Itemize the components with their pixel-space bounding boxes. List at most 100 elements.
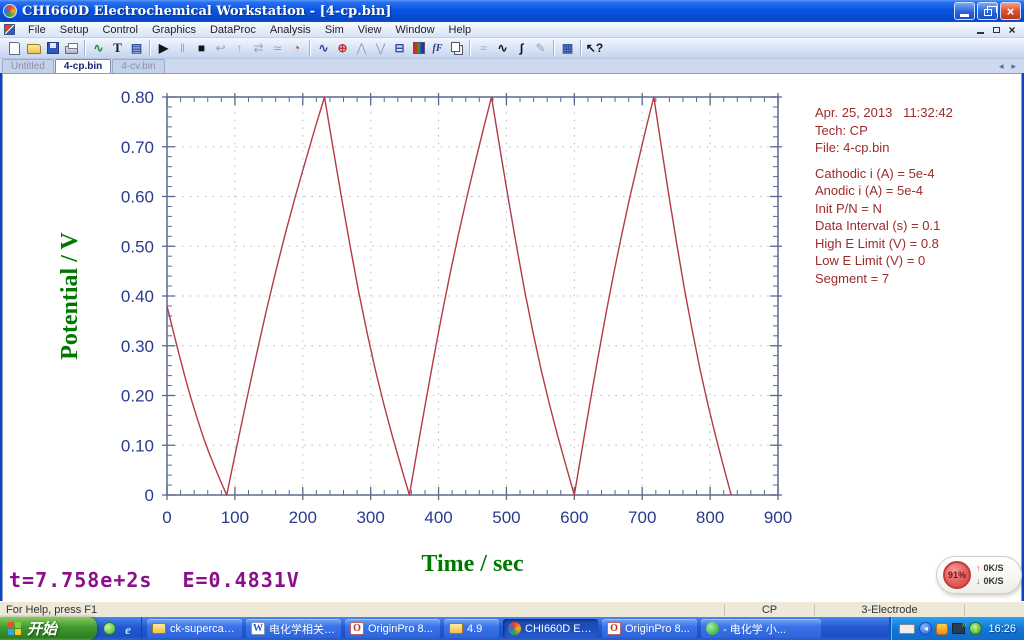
tab-scroll-buttons: ◂ ▸	[997, 61, 1018, 72]
data-listing-icon[interactable]: ▦	[558, 39, 577, 57]
data-display-icon[interactable]: ⊟	[390, 39, 409, 57]
open-file-icon[interactable]	[24, 39, 43, 57]
copy-graph-icon[interactable]	[447, 39, 466, 57]
present-data-plot-icon: ∿	[318, 41, 329, 55]
input-method-keyboard-icon[interactable]	[899, 623, 916, 634]
potential-readout: E=0.4831V	[182, 568, 300, 592]
menu-setup[interactable]: Setup	[53, 23, 96, 37]
save-icon[interactable]	[43, 39, 62, 57]
menu-items: File Setup Control Graphics DataProc Analysis…	[21, 23, 478, 37]
derivative-icon: ∿	[497, 41, 508, 55]
parameters-icon[interactable]: ▤	[127, 39, 146, 57]
tab-untitled[interactable]: Untitled	[2, 59, 54, 73]
continue-icon: ↑	[230, 39, 249, 57]
toolbar-separator	[553, 40, 555, 56]
technique-icon[interactable]: ∿	[89, 39, 108, 57]
menu-dataproc[interactable]: DataProc	[203, 23, 263, 37]
new-document-icon[interactable]	[5, 39, 24, 57]
info-line: File: 4-cp.bin	[815, 140, 890, 155]
zoom-icon[interactable]: ⊕	[333, 39, 352, 57]
toolbar: ∿ T ▤ ▶ ‖ ■ ↩ ↑ ⇄ ≃ ◔ ∿ ⊕ ⋀ ⋁ ⊟ fF ≈ ∿ ∫ ✎ ▦ ↖?	[0, 38, 1024, 59]
task-button-label: OriginPro 8...	[368, 622, 433, 635]
task-button-4[interactable]: 4.9	[444, 619, 499, 638]
task-button-6[interactable]: OriginPro 8...	[602, 619, 697, 638]
copy-graph-icon	[450, 42, 460, 52]
task-button-2[interactable]: 电化学相关 4...	[246, 619, 341, 638]
taskbar: 开始 ck-supercapa... 电化学相关 4... OriginPro 8.…	[0, 617, 1024, 640]
browser-360-icon[interactable]	[103, 622, 116, 635]
menu-bar: File Setup Control Graphics DataProc Analysis…	[0, 22, 1024, 38]
x-tick-label: 200	[289, 508, 317, 527]
collapse-tray-icon[interactable]	[919, 622, 933, 635]
info-line: Low E Limit (V) = 0	[815, 253, 926, 268]
text-tool-icon: T	[113, 40, 122, 55]
cell-control-icon[interactable]: ◔	[287, 39, 306, 57]
task-button-3[interactable]: OriginPro 8...	[345, 619, 440, 638]
menu-help[interactable]: Help	[442, 23, 479, 37]
child-window-icon[interactable]	[4, 24, 15, 35]
green-icon	[706, 622, 719, 635]
y-axis-title: Potential / V	[57, 232, 83, 360]
restore-icon	[992, 26, 1000, 33]
menu-graphics[interactable]: Graphics	[145, 23, 203, 37]
mdi-restore-button[interactable]	[988, 23, 1004, 36]
x-axis-title: Time / sec	[421, 551, 524, 577]
close-button[interactable]: ×	[1000, 2, 1021, 20]
memory-percent-badge[interactable]: 91%	[943, 561, 971, 589]
tab-scroll-left-icon[interactable]: ◂	[997, 61, 1006, 72]
tab-4-cp-bin[interactable]: 4-cp.bin	[54, 59, 112, 73]
text-tool-icon[interactable]: T	[108, 39, 127, 57]
print-icon[interactable]	[62, 39, 81, 57]
menu-window[interactable]: Window	[388, 23, 441, 37]
menu-view[interactable]: View	[351, 23, 389, 37]
pause-icon: ‖	[180, 41, 185, 55]
start-label: 开始	[27, 621, 58, 638]
x-tick-label: 600	[560, 508, 588, 527]
toolbar-separator	[149, 40, 151, 56]
tab-4-cv-bin[interactable]: 4-cv.bin	[112, 59, 165, 73]
reverse-scan-icon: ↩	[215, 41, 226, 55]
derivative-icon[interactable]: ∿	[493, 39, 512, 57]
net-speed-widget[interactable]: 91% ↑ 0K/S ↓ 0K/S	[936, 556, 1022, 594]
security-shield-icon[interactable]	[969, 622, 983, 635]
mdi-minimize-button[interactable]	[972, 23, 988, 36]
stop-icon[interactable]: ■	[192, 39, 211, 57]
task-button-7[interactable]: - 电化学 小...	[701, 619, 821, 638]
context-help-icon[interactable]: ↖?	[585, 39, 604, 57]
info-line: Cathodic i (A) = 5e-4	[815, 165, 935, 181]
menu-file[interactable]: File	[21, 23, 53, 37]
task-buttons: ck-supercapa... 电化学相关 4... OriginPro 8... 4…	[142, 617, 889, 640]
font-icon[interactable]: fF	[428, 39, 447, 57]
task-button-5[interactable]: CHI660D Elec...	[503, 619, 598, 638]
x-tick-label: 800	[696, 508, 724, 527]
color-map-icon[interactable]	[409, 39, 428, 57]
tab-scroll-right-icon[interactable]: ▸	[1009, 61, 1018, 72]
stop-icon: ■	[197, 41, 206, 55]
data-display-icon: ⊟	[394, 41, 405, 55]
chi-icon	[508, 622, 521, 635]
task-button-1[interactable]: ck-supercapa...	[147, 619, 242, 638]
app-icon[interactable]	[3, 4, 17, 18]
clock[interactable]: 16:26	[988, 623, 1016, 635]
hold-icon: ⇄	[249, 39, 268, 57]
integration-icon[interactable]: ∫	[512, 39, 531, 57]
new-document-icon	[9, 41, 20, 55]
hold-icon: ⇄	[253, 41, 264, 55]
data-listing-icon: ▦	[561, 41, 574, 55]
mdi-close-button[interactable]: ×	[1004, 23, 1020, 36]
start-button[interactable]: 开始	[0, 617, 97, 640]
menu-analysis[interactable]: Analysis	[263, 23, 318, 37]
run-experiment-icon[interactable]: ▶	[154, 39, 173, 57]
network-signal-icon[interactable]	[952, 619, 966, 634]
menu-sim[interactable]: Sim	[318, 23, 351, 37]
restore-button[interactable]	[977, 2, 998, 20]
minimize-button[interactable]	[954, 2, 975, 20]
minimize-icon	[960, 14, 969, 17]
present-data-plot-icon[interactable]: ∿	[314, 39, 333, 57]
task-button-label: 电化学相关 4...	[269, 623, 336, 636]
internet-explorer-icon[interactable]	[121, 622, 135, 636]
cell-control-icon: ◔	[292, 41, 301, 55]
messenger-icon[interactable]	[936, 622, 949, 635]
minimize-icon	[976, 32, 984, 34]
menu-control[interactable]: Control	[95, 23, 144, 37]
